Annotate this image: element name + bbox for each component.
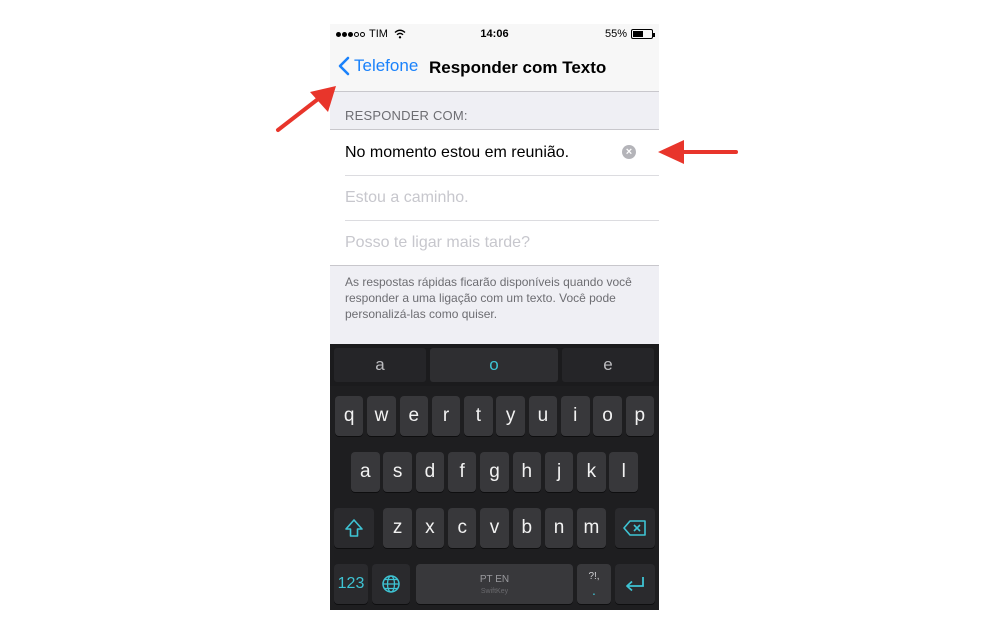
status-bar: TIM 14:06 55% [330,24,659,46]
backspace-icon [623,520,646,536]
prediction-bar: a o e [330,344,659,386]
annotation-arrow-field [658,140,738,164]
key-h[interactable]: h [512,452,542,492]
key-w[interactable]: w [367,396,396,436]
section-header: RESPONDER COM: [345,108,468,123]
battery-icon [631,29,655,39]
footer-note: As respostas rápidas ficarão disponíveis… [345,275,632,321]
space-language-label: PT EN [479,573,510,585]
back-button[interactable]: Telefone [338,56,418,76]
page-title: Responder com Texto [429,58,607,77]
prediction-left[interactable]: a [334,348,426,382]
key-i[interactable]: i [561,396,590,436]
phone-screen: TIM 14:06 55% Telefone Responder com Tex… [330,24,659,610]
response-field-2[interactable]: Estou a caminho. [330,175,659,220]
delete-key[interactable] [615,508,655,548]
numbers-key[interactable]: 123 [334,564,368,604]
clear-icon[interactable]: × [622,145,636,159]
key-n[interactable]: n [544,508,574,548]
response-field-1[interactable]: No momento estou em reunião. × [330,130,659,175]
punctuation-key[interactable]: ?!, . [577,564,611,604]
response-text: No momento estou em reunião. [345,143,570,161]
back-label: Telefone [354,56,419,75]
globe-key[interactable] [372,564,410,604]
prediction-center[interactable]: o [430,348,558,382]
return-icon [626,577,644,592]
key-f[interactable]: f [447,452,477,492]
navigation-bar: Telefone Responder com Texto [330,46,659,92]
key-q[interactable]: q [334,396,364,436]
key-x[interactable]: x [415,508,445,548]
punctuation-label: ?!, [588,570,600,582]
shift-key[interactable] [334,508,374,548]
key-p[interactable]: p [625,396,655,436]
key-j[interactable]: j [544,452,574,492]
key-v[interactable]: v [480,508,509,548]
response-field-3[interactable]: Posso te ligar mais tarde? [330,220,659,265]
key-e[interactable]: e [399,396,428,436]
key-s[interactable]: s [383,452,412,492]
key-z[interactable]: z [383,508,412,548]
space-key[interactable]: PT EN SwiftKey [416,564,573,604]
keyboard-brand: SwiftKey [480,587,509,595]
responses-list: No momento estou em reunião. × Estou a c… [330,129,659,266]
key-l[interactable]: l [609,452,638,492]
key-c[interactable]: c [447,508,477,548]
prediction-right[interactable]: e [562,348,654,382]
response-placeholder: Posso te ligar mais tarde? [345,233,530,251]
key-o[interactable]: o [593,396,622,436]
key-d[interactable]: d [415,452,445,492]
return-key[interactable] [615,564,655,604]
key-y[interactable]: y [496,396,525,436]
keyboard: a o e qwertyuiopasdfghjklzxcvbnm 123 PT … [330,344,659,610]
key-a[interactable]: a [351,452,380,492]
key-r[interactable]: r [431,396,461,436]
key-g[interactable]: g [480,452,509,492]
key-m[interactable]: m [577,508,606,548]
key-b[interactable]: b [512,508,542,548]
battery-percentage: 55% [604,28,627,40]
chevron-left-icon [338,56,350,76]
key-u[interactable]: u [528,396,558,436]
punctuation-sub: . [592,581,596,598]
response-placeholder: Estou a caminho. [345,188,469,206]
globe-icon [382,575,400,593]
annotation-arrow-back [276,86,336,132]
key-k[interactable]: k [577,452,606,492]
shift-arrow-icon [345,519,363,537]
key-t[interactable]: t [464,396,493,436]
